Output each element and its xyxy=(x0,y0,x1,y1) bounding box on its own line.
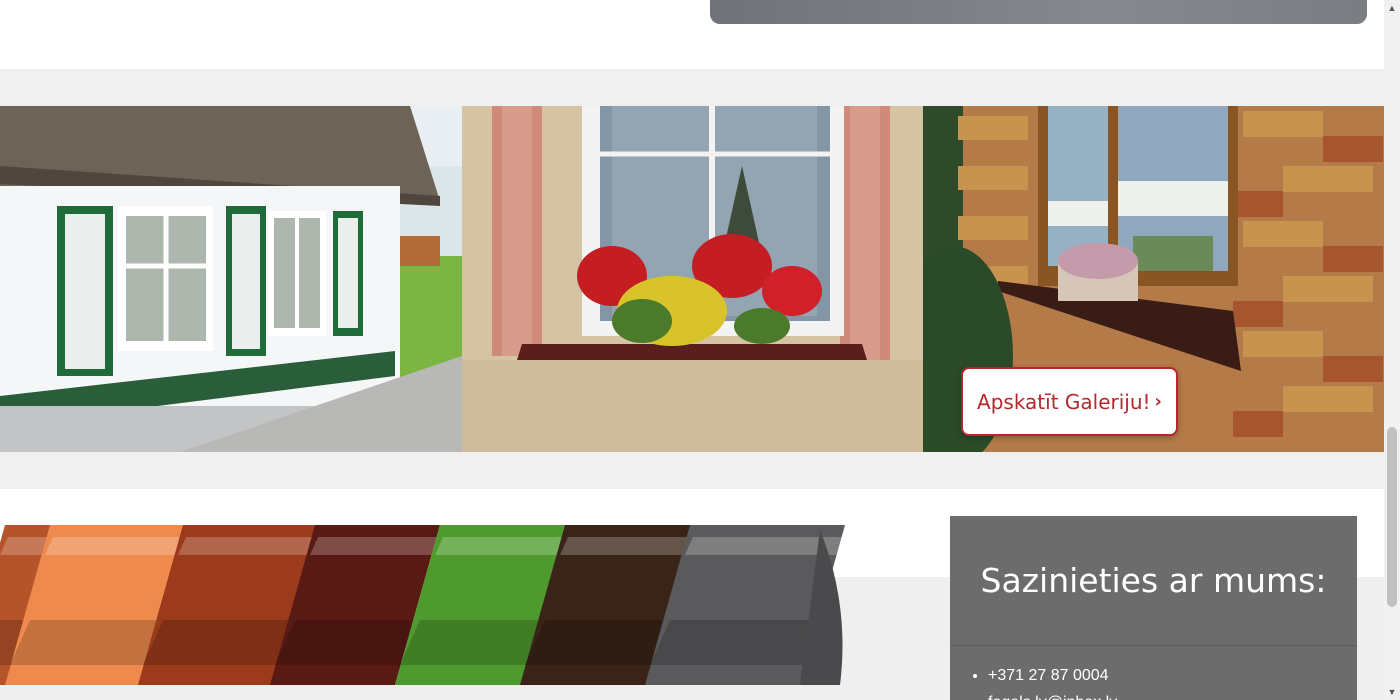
page-scrollbar[interactable]: ▲ ▼ xyxy=(1384,0,1400,700)
view-gallery-label: Apskatīt Galeriju! xyxy=(977,389,1151,414)
triangle-down-icon[interactable]: ▼ xyxy=(1384,684,1400,700)
chevron-right-icon: › xyxy=(1154,391,1162,412)
contact-email[interactable]: fogels.lv@inbox.lv xyxy=(988,689,1357,700)
window-sill-color-samples xyxy=(0,525,850,685)
contact-list: +371 27 87 0004 fogels.lv@inbox.lv xyxy=(950,646,1357,700)
top-image-bottom-edge xyxy=(710,0,1367,24)
scroll-thumb[interactable] xyxy=(1387,427,1397,607)
contact-card: Sazinieties ar mums: +371 27 87 0004 fog… xyxy=(950,516,1357,700)
top-section xyxy=(0,0,1384,69)
contact-phone[interactable]: +371 27 87 0004 xyxy=(988,662,1357,689)
section-divider xyxy=(0,452,1384,489)
view-gallery-button[interactable]: Apskatīt Galeriju! › xyxy=(961,367,1178,436)
triangle-up-icon[interactable]: ▲ xyxy=(1384,0,1400,16)
gallery-photo-flower-window[interactable] xyxy=(462,106,923,452)
gallery-photo-thatched-house[interactable] xyxy=(0,106,462,452)
lower-section: Sazinieties ar mums: +371 27 87 0004 fog… xyxy=(0,489,1384,700)
contact-title: Sazinieties ar mums: xyxy=(950,516,1357,646)
section-divider xyxy=(0,69,1384,106)
